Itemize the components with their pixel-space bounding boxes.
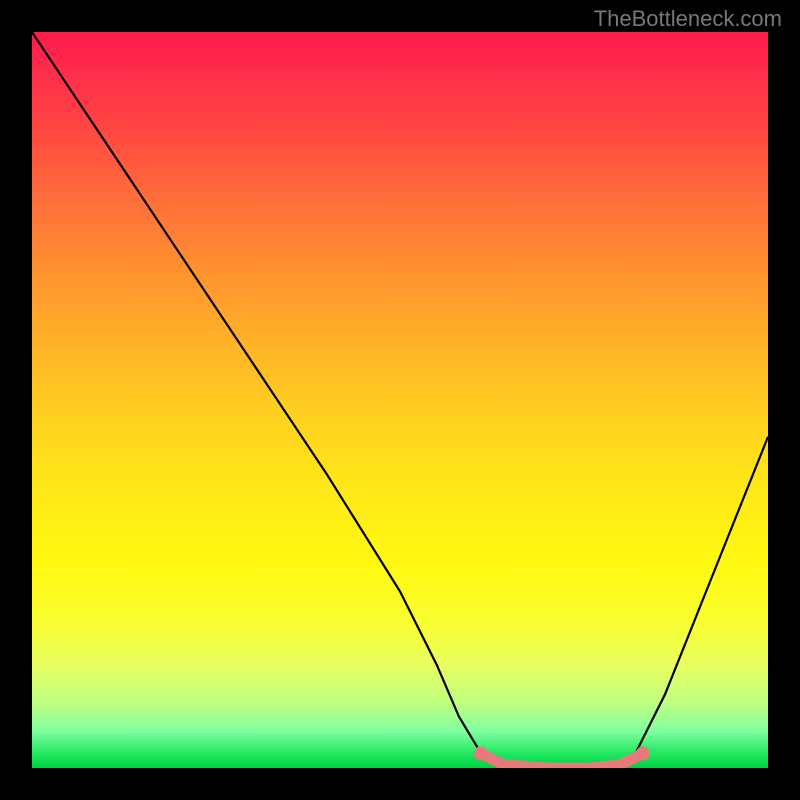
- attribution-text: TheBottleneck.com: [594, 6, 782, 32]
- chart-plot-area: [32, 32, 768, 768]
- bottleneck-curve: [32, 32, 768, 768]
